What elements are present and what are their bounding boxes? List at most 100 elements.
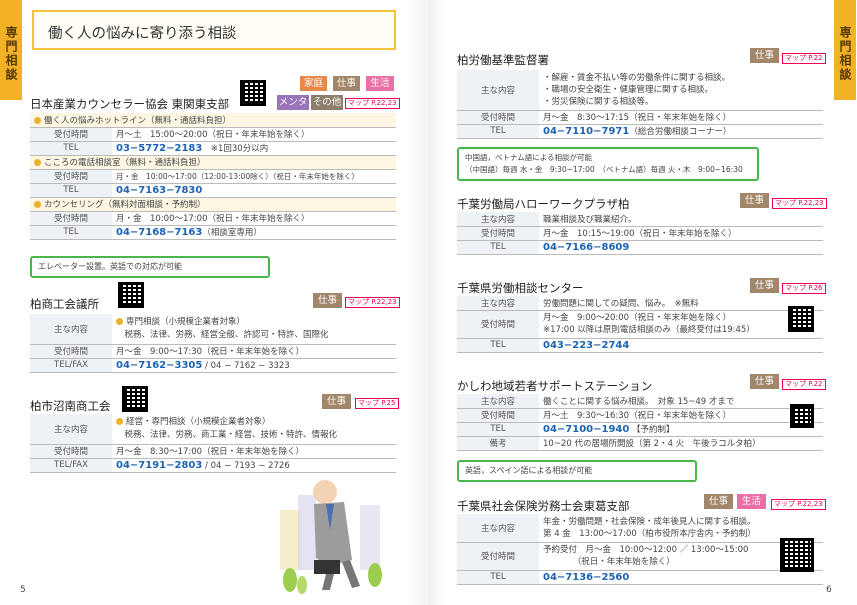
main-content: 年金・労働問題・社会保険・成年後見人に関する相談。 <box>543 516 756 527</box>
hours: 月～土 15:00～20:00（祝日・年末年始を除く） <box>112 127 396 142</box>
tag-work: 仕事 <box>740 193 769 208</box>
org-name: 日本産業カウンセラー協会 東関東支部 <box>30 97 230 111</box>
org-name: 千葉県社会保険労務士会東葛支部 <box>457 499 630 513</box>
lso-table: 主な内容 ・解雇・賃金不払い等の労働条件に関する相談。 ・職場の安全衛生・健康管理に… <box>457 70 823 139</box>
label: 主な内容 <box>30 314 112 345</box>
label: TEL <box>30 141 112 156</box>
label: 受付時間 <box>30 344 112 359</box>
label: 受付時間 <box>457 310 539 339</box>
phone-number: 04−7163−7830 <box>116 184 203 196</box>
label: TEL <box>30 225 112 240</box>
phone-number: 04−7136−2560 <box>543 571 630 583</box>
label: TEL <box>457 240 539 255</box>
label: 主な内容 <box>457 212 539 227</box>
hours-note: ※17:00 以降は原則電話相談のみ（最終受付は19:45） <box>543 325 755 335</box>
note-text: 中国語，ベトナム語による相談が可能 <box>465 153 593 162</box>
main-content: 労働問題に関しての疑問、悩み。 ※無料 <box>539 296 823 311</box>
phone-number: 04−7168−7163 <box>116 227 203 238</box>
tel-note: ※1回30分以内 <box>210 144 269 154</box>
label: 受付時間 <box>457 542 539 571</box>
tag-work: 仕事 <box>750 48 779 63</box>
label: TEL <box>457 124 539 139</box>
phone-number: 04−7110−7971 <box>543 126 630 137</box>
hours: 月～金 9:00～17:30（祝日・年末年始を除く） <box>112 344 396 359</box>
category-tab: 専門相談 <box>834 0 856 100</box>
phone-number: 043−223−2744 <box>543 339 630 351</box>
numa-table: 主な内容 経営・専門相談（小規模企業者対象） 税務、法律、労務、商工業・経営、技術… <box>30 414 396 473</box>
tag-life: 生活 <box>366 76 394 91</box>
tag-work: 仕事 <box>313 293 342 308</box>
jcaa-table: 働く人の悩みホットライン（無料・通話料負担） 受付時間 月～土 15:00～20:… <box>30 113 396 240</box>
map-reference: マップ P.22,23 <box>345 98 400 109</box>
main-content-detail: 税務、法律、労務、経営全般、許認可・特許、国際化 <box>124 329 329 340</box>
qr-code-icon <box>790 404 814 428</box>
page-number: 5 <box>20 585 26 595</box>
note-box: 中国語，ベトナム語による相談が可能 （中国語）毎週 水・金 9:30~17:00 … <box>457 147 759 181</box>
right-page: 専門相談 柏労働基準監督署 仕事 マップ P.22 主な内容 ・解雇・賃金不払い等… <box>428 0 857 605</box>
main-content: 職業相談及び職業紹介。 <box>539 212 823 227</box>
label: 受付時間 <box>30 169 112 184</box>
hours: 月・金 10:00～17:00（祝日・年末年始を除く） <box>112 211 396 226</box>
label: 受付時間 <box>30 444 112 459</box>
note-text: （中国語）毎週 水・金 9:30~17:00 （ベトナム語）毎週 火・木 9:0… <box>465 165 743 174</box>
label: 受付時間 <box>457 408 539 423</box>
org-name: 柏市沼南商工会 <box>30 399 111 413</box>
hours: 月～金 8:30～17:00（祝日・年末年始を除く） <box>112 444 396 459</box>
org-name: 千葉労働局ハローワークプラザ柏 <box>457 197 630 211</box>
main-content: 経営・専門相談（小規模企業者対象） <box>126 416 271 427</box>
fax-number: / 04 − 7193 − 2726 <box>205 460 290 471</box>
main-content: ・労災保険に関する相談等。 <box>543 96 654 107</box>
qr-code-icon <box>118 282 144 308</box>
lab-table: 主な内容 労働問題に関しての疑問、悩み。 ※無料 受付時間 月～金 9:00～20:… <box>457 296 823 353</box>
label: TEL/FAX <box>30 358 112 373</box>
phone-number: 04−7166−8609 <box>543 241 630 253</box>
label: 受付時間 <box>457 110 539 125</box>
bullet-icon <box>34 116 41 124</box>
phone-number: 04−7100−1940 <box>543 424 630 435</box>
map-reference: マップ P.22,23 <box>771 499 826 510</box>
tag-family: 家庭 <box>300 76 327 91</box>
map-reference: マップ P.25 <box>355 398 399 409</box>
hw-table: 主な内容 職業相談及び職業紹介。 受付時間 月～金 10:15～19:00（祝日・年… <box>457 212 823 255</box>
phone-number: 03−5772−2183 <box>116 143 203 154</box>
org-name: かしわ地域若者サポートステーション <box>457 379 653 393</box>
main-content: ・職場の安全衛生・健康管理に関する相談。 <box>543 84 714 95</box>
map-reference: マップ P.22,23 <box>345 297 400 308</box>
label: TEL <box>457 422 539 437</box>
tag-work: 仕事 <box>750 374 779 389</box>
hours: 月～土 9:30～16:30（祝日・年末年始を除く） <box>539 408 823 423</box>
service-name: こころの電話相談室（無料・通話料負担） <box>44 158 206 168</box>
tel-note: （総合労働相談コーナー） <box>629 127 732 137</box>
phone-number: 04−7162−3305 <box>116 359 203 371</box>
tag-other: その他 <box>311 95 343 110</box>
qr-code-icon <box>240 80 266 106</box>
org-name: 柏商工会議所 <box>30 297 99 311</box>
main-content-detail: 第 4 金 13:00～17:00（柏市役所本庁舎内・予約制） <box>543 528 756 539</box>
org-name: 千葉県労働相談センター <box>457 281 584 295</box>
label: TEL <box>457 338 539 353</box>
label: 主な内容 <box>457 394 539 409</box>
hours: 月～金 8:30～17:15（祝日・年末年始を除く） <box>539 110 823 125</box>
cci-table: 主な内容 専門相談（小規模企業者対象） 税務、法律、労務、経営全般、許認可・特許、… <box>30 314 396 373</box>
tag-work: 仕事 <box>750 278 779 293</box>
bullet-icon <box>34 159 41 166</box>
label: 主な内容 <box>457 514 539 543</box>
label: 受付時間 <box>30 211 112 226</box>
label: 受付時間 <box>457 226 539 241</box>
ys-table: 主な内容 働くことに関する悩み相談。 対象 15~49 才まで 受付時間 月～土 9… <box>457 394 823 451</box>
label: 主な内容 <box>457 70 539 111</box>
page-title: 働く人の悩みに寄り添う相談 <box>32 10 396 50</box>
main-content: 専門相談（小規模企業者対象） <box>126 316 246 327</box>
tag-life: 生活 <box>737 494 766 509</box>
phone-number: 04−7191−2803 <box>116 459 203 471</box>
tag-work: 仕事 <box>704 494 733 509</box>
bullet-icon <box>116 317 123 325</box>
hours: 月～金 9:00～20:00（祝日・年末年始を除く） <box>543 313 732 323</box>
note-box: エレベーター設置。英語での対応が可能 <box>30 256 270 278</box>
label: TEL <box>457 570 539 585</box>
main-content-detail: 税務、法律、労務、商工業・経営、技術・特許、情報化 <box>124 429 338 440</box>
label: 主な内容 <box>30 414 112 445</box>
page-number: 6 <box>826 585 832 595</box>
service-name: 働く人の悩みホットライン（無料・通話料負担） <box>44 115 232 126</box>
label: TEL/FAX <box>30 458 112 473</box>
